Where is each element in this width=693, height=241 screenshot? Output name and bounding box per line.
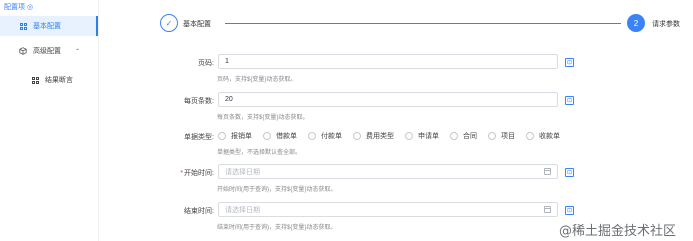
radio-option[interactable]: 申请单 [405,131,439,141]
radio-label: 申请单 [418,133,439,140]
step-connector [225,23,621,24]
radio-label: 合同 [463,133,477,140]
page-size-input[interactable]: 20 [218,92,558,107]
step-2-number[interactable]: 2 [627,14,645,32]
page-label: 页码: [198,60,214,67]
end-time-label: 结束时间: [184,208,214,215]
radio-circle-icon[interactable] [526,132,534,140]
radio-label: 报销单 [231,133,252,140]
step-1-label[interactable]: 基本配置 [183,19,211,29]
radio-label: 项目 [501,133,515,140]
page-size-hint: 每页条数，支持${变量}动态获取。 [217,115,309,121]
variable-icon[interactable]: ⊡ [565,206,574,215]
page-input-value: 1 [225,58,229,65]
radio-label: 付款单 [321,133,342,140]
start-time-label-text: 开始时间: [184,170,214,177]
radio-label: 借款单 [276,133,297,140]
radio-circle-icon[interactable] [218,132,226,140]
variable-icon[interactable]: ⊡ [565,58,574,67]
radio-circle-icon[interactable] [353,132,361,140]
sidebar-item-label: 基本配置 [33,23,61,30]
grid-icon [19,22,27,30]
end-time-date-picker[interactable]: 请选择日期 [218,202,558,217]
end-time-placeholder: 请选择日期 [225,206,260,214]
radio-circle-icon[interactable] [263,132,271,140]
doc-type-radio-group: 报销单 借款单 付款单 费用类型 申请单 合同 项目 收款单 [218,131,571,141]
radio-option[interactable]: 合同 [450,131,477,141]
variable-icon[interactable]: ⊡ [565,168,574,177]
sidebar-item-label: 结果断言 [45,77,73,84]
radio-option[interactable]: 付款单 [308,131,342,141]
page-size-input-value: 20 [225,96,233,103]
start-time-placeholder: 请选择日期 [225,168,260,176]
radio-option[interactable]: 费用类型 [353,131,394,141]
sidebar-item-advanced-config[interactable]: 高级配置 ⌃ [0,41,98,61]
calendar-icon [544,206,551,213]
radio-circle-icon[interactable] [488,132,496,140]
sidebar-item-basic-config[interactable]: 基本配置 [0,16,98,36]
start-time-date-picker[interactable]: 请选择日期 [218,164,558,179]
page-input[interactable]: 1 [218,54,558,69]
chevron-up-icon[interactable]: ⌃ [75,48,80,55]
variable-icon[interactable]: ⊡ [565,96,574,105]
calendar-icon [544,168,551,175]
target-icon: ◎ [27,4,34,11]
page-size-label: 每页条数: [184,98,214,105]
watermark: @稀土掘金技术社区 [559,224,677,239]
radio-option[interactable]: 报销单 [218,131,252,141]
radio-option[interactable]: 收款单 [526,131,560,141]
step-2-label[interactable]: 请求参数 [652,19,680,29]
start-time-hint: 开始时间(用于查询)，支持${变量}动态获取。 [217,187,337,193]
sidebar: 配置项 ◎ 基本配置 高级配置 ⌃ 结果断言 [0,0,99,241]
sidebar-title-label: 配置项 [4,4,25,11]
sidebar-item-label: 高级配置 [33,48,61,55]
radio-label: 费用类型 [366,133,394,140]
radio-circle-icon[interactable] [405,132,413,140]
radio-option[interactable]: 项目 [488,131,515,141]
start-time-label: *开始时间: [160,168,214,178]
radio-label: 收款单 [539,133,560,140]
radio-circle-icon[interactable] [450,132,458,140]
sidebar-item-result-assertion[interactable]: 结果断言 [0,70,98,90]
radio-circle-icon[interactable] [308,132,316,140]
required-asterisk: * [180,170,184,177]
sidebar-title: 配置项 ◎ [4,2,33,12]
end-time-hint: 结束时间(用于查询)，支持${变量}动态获取。 [217,225,337,231]
radio-option[interactable]: 借款单 [263,131,297,141]
doc-type-label: 单据类型: [184,134,214,141]
grid-icon [31,76,39,84]
doc-type-hint: 单据类型，不选择默认查全部。 [217,150,302,156]
cube-icon [19,47,27,55]
page-hint: 页码，支持${变量}动态获取。 [217,77,297,83]
steps-bar: ✓ 基本配置 2 请求参数 [160,14,680,36]
step-1-check-icon[interactable]: ✓ [160,14,178,32]
